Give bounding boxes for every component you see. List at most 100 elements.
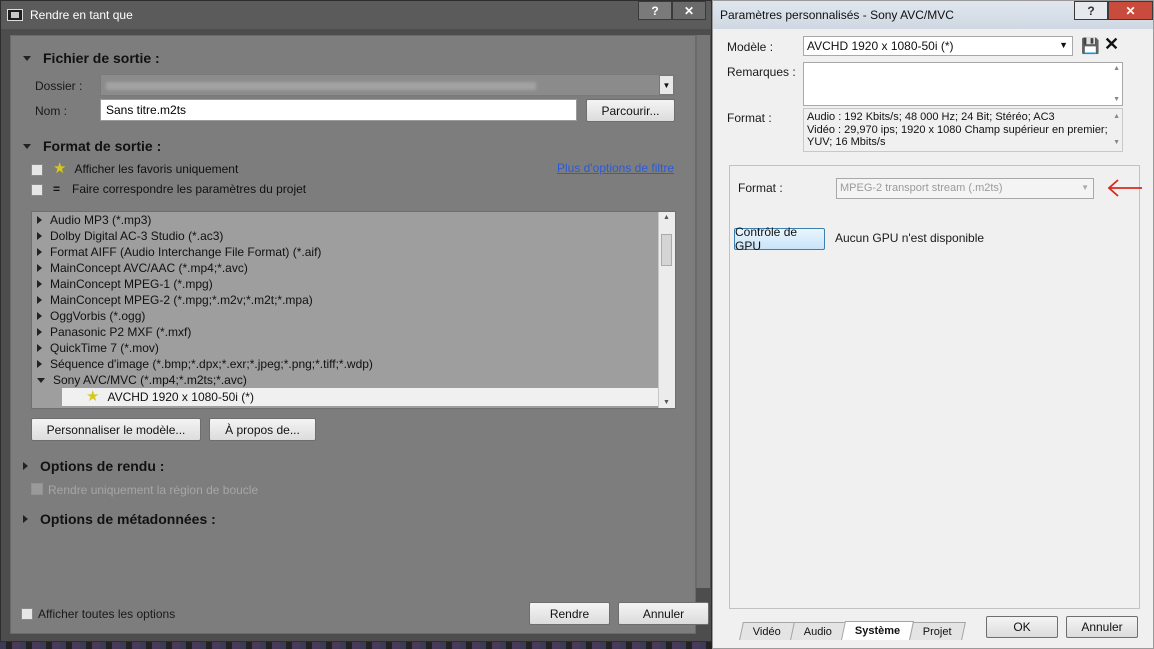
folder-input[interactable]	[100, 74, 675, 96]
right-content: Modèle : AVCHD 1920 x 1080-50i (*) ▼ 💾 ✕…	[721, 29, 1147, 641]
scroll-up-icon[interactable]: ▲	[1113, 111, 1120, 124]
chevron-down-icon[interactable]: ▼	[659, 75, 674, 95]
format-list-item-label: Format AIFF (Audio Interchange File Form…	[50, 245, 322, 259]
format-list[interactable]: Audio MP3 (*.mp3) Dolby Digital AC-3 Stud…	[31, 211, 676, 409]
metadata-header[interactable]: Options de métadonnées :	[23, 511, 216, 527]
format-list-item[interactable]: MainConcept AVC/AAC (*.mp4;*.avc)	[32, 260, 675, 276]
expand-icon	[37, 296, 42, 304]
scroll-up-icon[interactable]: ▲	[663, 214, 670, 221]
format-list-item[interactable]: Séquence d'image (*.bmp;*.dpx;*.exr;*.jp…	[32, 356, 675, 372]
format-list-item[interactable]: Panasonic P2 MXF (*.mxf)	[32, 324, 675, 340]
render-as-dialog: Rendre en tant que ? ✕ Fichier de sortie…	[0, 0, 712, 642]
tab-project[interactable]: Projet	[909, 622, 967, 640]
output-format-header[interactable]: Format de sortie :	[23, 138, 161, 154]
expand-icon	[37, 216, 42, 224]
gpu-status: Aucun GPU n'est disponible	[835, 231, 985, 245]
format-list-item-label: Dolby Digital AC-3 Studio (*.ac3)	[50, 229, 224, 243]
show-all-checkbox[interactable]	[21, 608, 33, 620]
expand-icon	[37, 264, 42, 272]
system-format-value: MPEG-2 transport stream (.m2ts)	[840, 182, 1003, 194]
tab-video[interactable]: Vidéo	[739, 622, 795, 640]
format-list-item[interactable]: Audio MP3 (*.mp3)	[32, 212, 675, 228]
match-project-label: Faire correspondre les paramètres du pro…	[72, 182, 307, 196]
star-icon: ★	[86, 388, 100, 405]
format-list-item[interactable]: MainConcept MPEG-2 (*.mpg;*.m2v;*.m2t;*.…	[32, 292, 675, 308]
equals-icon: =	[53, 182, 61, 196]
output-file-title: Fichier de sortie :	[43, 50, 160, 66]
expand-icon	[23, 462, 28, 470]
format-list-item-label: MainConcept MPEG-2 (*.mpg;*.m2v;*.m2t;*.…	[50, 293, 313, 307]
match-project-checkbox[interactable]	[31, 184, 43, 196]
annotation-arrow-icon	[1106, 176, 1144, 200]
gpu-control-button[interactable]: Contrôle de GPU	[734, 225, 825, 253]
customize-template-button[interactable]: Personnaliser le modèle...	[31, 418, 201, 441]
right-title: Paramètres personnalisés - Sony AVC/MVC	[720, 8, 954, 22]
name-input[interactable]: Sans titre.m2ts	[100, 99, 577, 121]
delete-icon[interactable]: ✕	[1104, 34, 1119, 55]
close-button[interactable]: ✕	[1108, 1, 1153, 20]
selected-template-label: AVCHD 1920 x 1080-50i (*)	[107, 390, 254, 404]
ok-button[interactable]: OK	[986, 616, 1058, 638]
scroll-down-icon[interactable]: ▼	[1113, 96, 1120, 103]
output-file-header[interactable]: Fichier de sortie :	[23, 50, 160, 66]
save-icon[interactable]: 💾	[1081, 37, 1100, 55]
help-button[interactable]: ?	[1074, 1, 1108, 20]
render-options-header[interactable]: Options de rendu :	[23, 458, 164, 474]
selected-template-row[interactable]: ★ AVCHD 1920 x 1080-50i (*)	[62, 388, 675, 406]
format-list-item[interactable]: OggVorbis (*.ogg)	[32, 308, 675, 324]
system-format-select[interactable]: MPEG-2 transport stream (.m2ts) ▼	[836, 178, 1094, 199]
format-list-item-label: MainConcept MPEG-1 (*.mpg)	[50, 277, 213, 291]
format-list-item[interactable]: Dolby Digital AC-3 Studio (*.ac3)	[32, 228, 675, 244]
expand-icon	[37, 232, 42, 240]
scroll-thumb[interactable]	[661, 234, 672, 266]
format-summary: Audio : 192 Kbits/s; 48 000 Hz; 24 Bit; …	[803, 108, 1123, 152]
scroll-up-icon[interactable]: ▲	[1113, 65, 1120, 72]
cancel-button[interactable]: Annuler	[618, 602, 709, 625]
left-scrollbar[interactable]	[696, 35, 710, 588]
expand-icon	[37, 312, 42, 320]
settings-tabs: Vidéo Audio Système Projet	[739, 621, 967, 640]
scroll-down-icon[interactable]: ▼	[1113, 137, 1120, 150]
collapse-icon	[23, 143, 31, 149]
favorites-checkbox[interactable]	[31, 164, 43, 176]
tab-system[interactable]: Système	[841, 621, 915, 640]
remarks-input[interactable]: ▲ ▼	[803, 62, 1123, 106]
expand-icon	[23, 515, 28, 523]
star-icon: ★	[53, 160, 67, 177]
metadata-title: Options de métadonnées :	[40, 511, 216, 527]
match-project-row: = Faire correspondre les paramètres du p…	[53, 182, 306, 196]
more-filter-link[interactable]: Plus d'options de filtre	[557, 161, 674, 175]
format-list-item-label: Audio MP3 (*.mp3)	[50, 213, 152, 227]
help-button[interactable]: ?	[638, 1, 672, 20]
scroll-down-icon[interactable]: ▼	[663, 399, 670, 406]
tab-audio[interactable]: Audio	[790, 622, 846, 640]
browse-button[interactable]: Parcourir...	[586, 99, 675, 122]
loop-region-checkbox[interactable]	[31, 483, 43, 495]
format-list-item-label: OggVorbis (*.ogg)	[50, 309, 146, 323]
about-button[interactable]: À propos de...	[209, 418, 316, 441]
favorites-row: ★ Afficher les favoris uniquement	[53, 160, 239, 177]
format-label: Format :	[727, 111, 772, 125]
format-list-item-label: QuickTime 7 (*.mov)	[50, 341, 159, 355]
folder-label: Dossier :	[35, 79, 83, 93]
render-button[interactable]: Rendre	[529, 602, 610, 625]
loop-region-label: Rendre uniquement la région de boucle	[48, 483, 259, 497]
cancel-settings-button[interactable]: Annuler	[1066, 616, 1138, 638]
template-select[interactable]: AVCHD 1920 x 1080-50i (*) ▼	[803, 36, 1073, 56]
format-list-item[interactable]: Format AIFF (Audio Interchange File Form…	[32, 244, 675, 260]
format-list-item[interactable]: Sony AVC/MVC (*.mp4;*.m2ts;*.avc)	[32, 372, 675, 388]
list-scrollbar[interactable]: ▲ ▼	[658, 212, 675, 408]
close-button[interactable]: ✕	[672, 1, 706, 20]
favorites-label: Afficher les favoris uniquement	[74, 162, 239, 176]
app-icon	[7, 9, 23, 21]
format-list-item-label: Panasonic P2 MXF (*.mxf)	[50, 325, 192, 339]
format-line-video: Vidéo : 29,970 ips; 1920 x 1080 Champ su…	[807, 123, 1108, 136]
format-list-item[interactable]: QuickTime 7 (*.mov)	[32, 340, 675, 356]
format-items: Audio MP3 (*.mp3) Dolby Digital AC-3 Stud…	[32, 212, 675, 388]
format-list-item[interactable]: MainConcept MPEG-1 (*.mpg)	[32, 276, 675, 292]
format-list-item-label: Sony AVC/MVC (*.mp4;*.m2ts;*.avc)	[53, 373, 247, 387]
expand-icon	[37, 360, 42, 368]
format-line-audio: Audio : 192 Kbits/s; 48 000 Hz; 24 Bit; …	[807, 111, 1055, 123]
left-content: Fichier de sortie : Dossier : ▼ Nom : Sa…	[10, 35, 709, 634]
left-title: Rendre en tant que	[30, 8, 133, 22]
